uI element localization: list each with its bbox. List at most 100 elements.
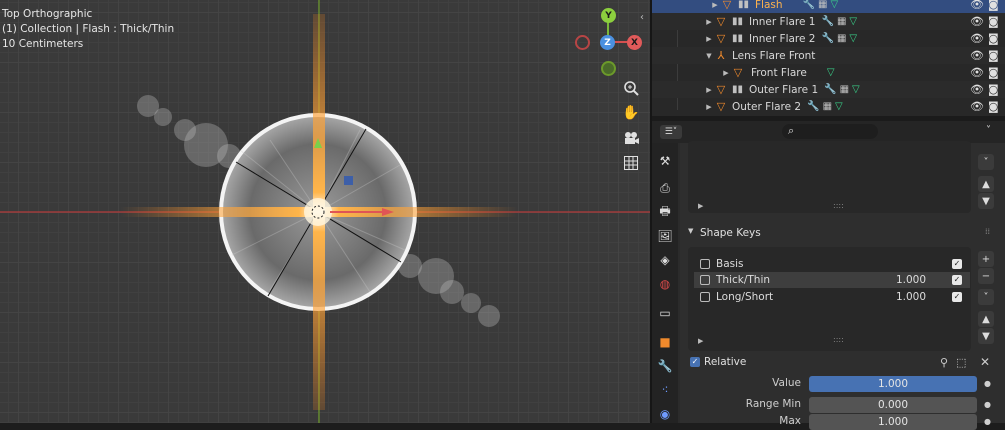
scene-tab-icon[interactable]: ◈ bbox=[655, 250, 675, 270]
relative-checkbox[interactable]: ✓ bbox=[690, 357, 700, 367]
camera-icon[interactable] bbox=[619, 127, 643, 149]
vertex-groups-list[interactable]: ▶ :::: bbox=[688, 141, 971, 213]
outliner-item-lens-flare-front[interactable]: ▼ ⅄ Lens Flare Front 👁 ◙ bbox=[652, 47, 1005, 64]
range-min-field[interactable]: 0.000 bbox=[809, 397, 977, 413]
render-camera-icon[interactable]: ◙ bbox=[988, 49, 999, 62]
shape-key-icon bbox=[700, 259, 710, 269]
collapse-icon[interactable]: ▼ bbox=[704, 52, 714, 60]
chevron-down-icon[interactable]: ˅ bbox=[978, 154, 994, 170]
keyframe-dot-icon[interactable]: ● bbox=[984, 379, 991, 388]
pin-icon[interactable]: ⚲ bbox=[940, 356, 948, 369]
tool-tab-icon[interactable]: ⚒ bbox=[655, 151, 675, 171]
gizmo-neg-y-axis[interactable] bbox=[601, 61, 616, 76]
editor-type-icon[interactable]: ☰˅ bbox=[660, 125, 682, 139]
grid-icon[interactable] bbox=[619, 152, 643, 174]
keyframe-dot-icon[interactable]: ● bbox=[984, 417, 991, 426]
outliner-item-front-flare[interactable]: ▶ ▽ Front Flare ▽ 👁 ◙ bbox=[652, 64, 1005, 81]
shape-key-mute-checkbox[interactable]: ✓ bbox=[952, 292, 962, 302]
shape-key-long-short[interactable]: Long/Short 1.000 ✓ bbox=[694, 289, 970, 305]
expand-icon[interactable]: ▶ bbox=[698, 337, 703, 345]
add-shape-key-icon[interactable]: + bbox=[978, 251, 994, 267]
eye-icon[interactable]: 👁 bbox=[970, 49, 984, 62]
eye-icon[interactable]: 👁 bbox=[970, 0, 984, 11]
shape-key-icon bbox=[700, 275, 710, 285]
gizmo-y-axis[interactable]: Y bbox=[601, 8, 616, 23]
gizmo-z-axis[interactable]: Z bbox=[600, 35, 615, 50]
outliner-item-label: Lens Flare Front bbox=[732, 49, 816, 62]
move-up-icon[interactable]: ▲ bbox=[978, 176, 994, 192]
close-icon[interactable]: ✕ bbox=[980, 355, 990, 369]
output-tab-icon[interactable]: 🖶 bbox=[655, 202, 675, 222]
edit-mode-icon[interactable]: ⬚ bbox=[956, 356, 966, 369]
eye-icon[interactable]: 👁 bbox=[970, 15, 984, 28]
move-down-icon[interactable]: ▼ bbox=[978, 193, 994, 209]
shape-key-name: Basis bbox=[716, 258, 744, 270]
view-layer-tab-icon[interactable]: 🖼 bbox=[655, 226, 675, 246]
expand-icon[interactable]: ▶ bbox=[710, 1, 720, 9]
gizmo-neg-x-axis[interactable] bbox=[575, 35, 590, 50]
panel-drag-handle[interactable]: ⁞⁞ bbox=[985, 227, 990, 236]
search-input[interactable]: ⌕ bbox=[782, 124, 878, 139]
collection-tab-icon[interactable]: ▭ bbox=[655, 303, 675, 323]
chevron-down-icon[interactable]: ˅ bbox=[986, 125, 991, 136]
eye-icon[interactable]: 👁 bbox=[970, 100, 984, 113]
shape-key-mute-checkbox[interactable]: ✓ bbox=[952, 259, 962, 269]
render-tab-icon[interactable]: ⎙ bbox=[655, 178, 675, 198]
3d-viewport[interactable]: Top Orthographic (1) Collection | Flash … bbox=[0, 0, 650, 423]
view-name: Top Orthographic bbox=[2, 8, 93, 20]
cone-icon: ▽ bbox=[722, 0, 732, 11]
modifier-bars-icon: ▮▮ bbox=[732, 16, 744, 27]
outliner[interactable]: ▶ ▽ ▮▮ Flash 🔧 ▦ ▽ 👁 ◙ ▶ ▽ ▮▮ Inner Flar… bbox=[652, 0, 1005, 116]
expand-icon[interactable]: ▶ bbox=[704, 18, 714, 26]
outliner-item-flash[interactable]: ▶ ▽ ▮▮ Flash 🔧 ▦ ▽ 👁 ◙ bbox=[652, 0, 1005, 13]
shape-keys-panel-title[interactable]: Shape Keys bbox=[700, 227, 761, 239]
expand-icon[interactable]: ▶ bbox=[704, 103, 714, 111]
expand-icon[interactable]: ▶ bbox=[704, 35, 714, 43]
zoom-icon[interactable] bbox=[619, 77, 643, 99]
move-up-icon[interactable]: ▲ bbox=[978, 311, 994, 327]
move-gizmo-plane bbox=[344, 176, 353, 185]
list-resize-handle[interactable]: :::: bbox=[833, 201, 844, 210]
modifiers-tab-icon[interactable]: 🔧 bbox=[655, 356, 675, 376]
render-camera-icon[interactable]: ◙ bbox=[988, 15, 999, 28]
shape-key-basis[interactable]: Basis ✓ bbox=[694, 256, 970, 272]
wrench-icon: 🔧 bbox=[824, 84, 837, 95]
shape-key-mute-checkbox[interactable]: ✓ bbox=[952, 275, 962, 285]
outliner-item-outer-flare-1[interactable]: ▶ ▽ ▮▮ Outer Flare 1 🔧 ▦ ▽ 👁 ◙ bbox=[652, 81, 1005, 98]
mesh-data-icon: ▽ bbox=[852, 84, 860, 95]
render-camera-icon[interactable]: ◙ bbox=[988, 0, 999, 11]
expand-icon[interactable]: ▶ bbox=[698, 202, 703, 210]
value-slider[interactable]: 1.000 bbox=[809, 376, 977, 392]
chevron-down-icon[interactable]: ˅ bbox=[978, 289, 994, 305]
outliner-item-inner-flare-2[interactable]: ▶ ▽ ▮▮ Inner Flare 2 🔧 ▦ ▽ 👁 ◙ bbox=[652, 30, 1005, 47]
eye-icon[interactable]: 👁 bbox=[970, 32, 984, 45]
chevron-left-icon[interactable]: ‹ bbox=[640, 12, 644, 23]
keyframe-dot-icon[interactable]: ● bbox=[984, 400, 991, 409]
move-down-icon[interactable]: ▼ bbox=[978, 328, 994, 344]
outliner-item-outer-flare-2[interactable]: ▶ ▽ Outer Flare 2 🔧 ▦ ▽ 👁 ◙ bbox=[652, 98, 1005, 115]
render-camera-icon[interactable]: ◙ bbox=[988, 32, 999, 45]
shape-key-value[interactable]: 1.000 bbox=[896, 274, 926, 286]
expand-icon[interactable]: ▶ bbox=[704, 86, 714, 94]
eye-icon[interactable]: 👁 bbox=[970, 83, 984, 96]
grid-scale: 10 Centimeters bbox=[2, 38, 84, 50]
outliner-item-inner-flare-1[interactable]: ▶ ▽ ▮▮ Inner Flare 1 🔧 ▦ ▽ 👁 ◙ bbox=[652, 13, 1005, 30]
scene-canvas[interactable] bbox=[0, 0, 650, 423]
mesh-data-icon: ▽ bbox=[826, 67, 835, 78]
world-tab-icon[interactable]: ◍ bbox=[655, 274, 675, 294]
hand-icon[interactable]: ✋ bbox=[619, 102, 643, 124]
render-camera-icon[interactable]: ◙ bbox=[988, 66, 999, 79]
shape-key-value[interactable]: 1.000 bbox=[896, 291, 926, 303]
remove-shape-key-icon[interactable]: − bbox=[978, 268, 994, 284]
shape-key-thick-thin[interactable]: Thick/Thin 1.000 ✓ bbox=[694, 272, 970, 288]
list-resize-handle[interactable]: :::: bbox=[833, 335, 844, 344]
expand-icon[interactable]: ▶ bbox=[721, 69, 731, 77]
render-camera-icon[interactable]: ◙ bbox=[988, 100, 999, 113]
gizmo-x-axis[interactable]: X bbox=[627, 35, 642, 50]
render-camera-icon[interactable]: ◙ bbox=[988, 83, 999, 96]
eye-icon[interactable]: 👁 bbox=[970, 66, 984, 79]
max-field[interactable]: 1.000 bbox=[809, 414, 977, 430]
outliner-item-label: Outer Flare 1 bbox=[749, 83, 819, 96]
object-tab-icon[interactable]: ■ bbox=[655, 332, 675, 352]
panel-collapse-icon[interactable]: ▼ bbox=[688, 227, 693, 235]
